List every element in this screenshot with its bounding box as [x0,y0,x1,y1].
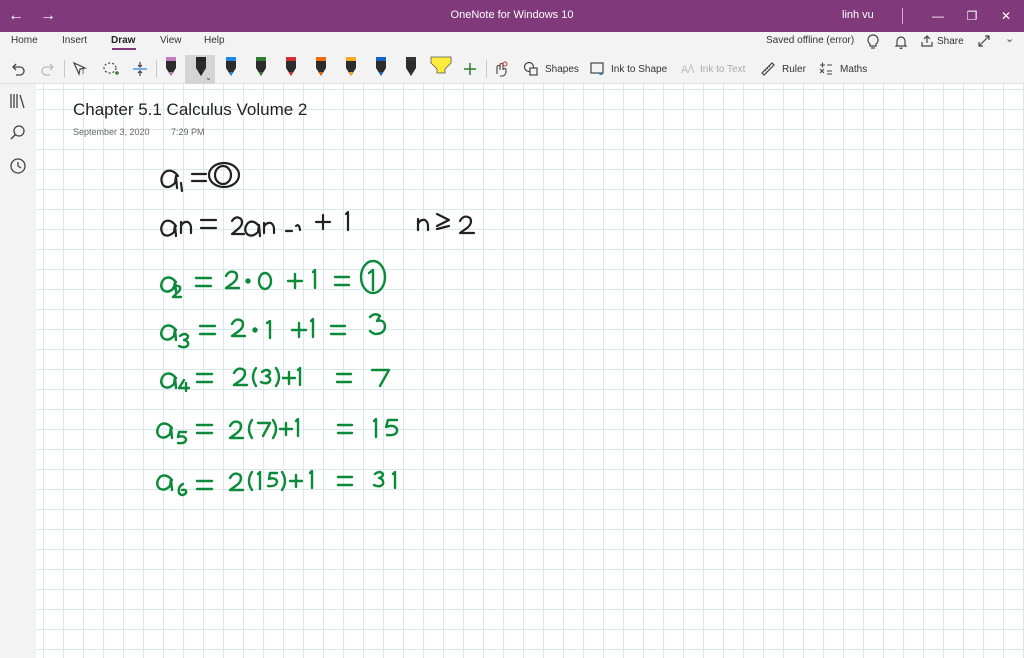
ink-line-3 [160,259,387,299]
handwritten-ink-layer[interactable] [0,0,1024,658]
ink-line-4 [160,313,387,349]
ink-line-1 [160,161,241,193]
ink-line-5 [160,366,391,393]
ink-line-6 [156,417,399,445]
ink-line-2 [160,210,476,238]
ink-line-7 [156,469,397,497]
